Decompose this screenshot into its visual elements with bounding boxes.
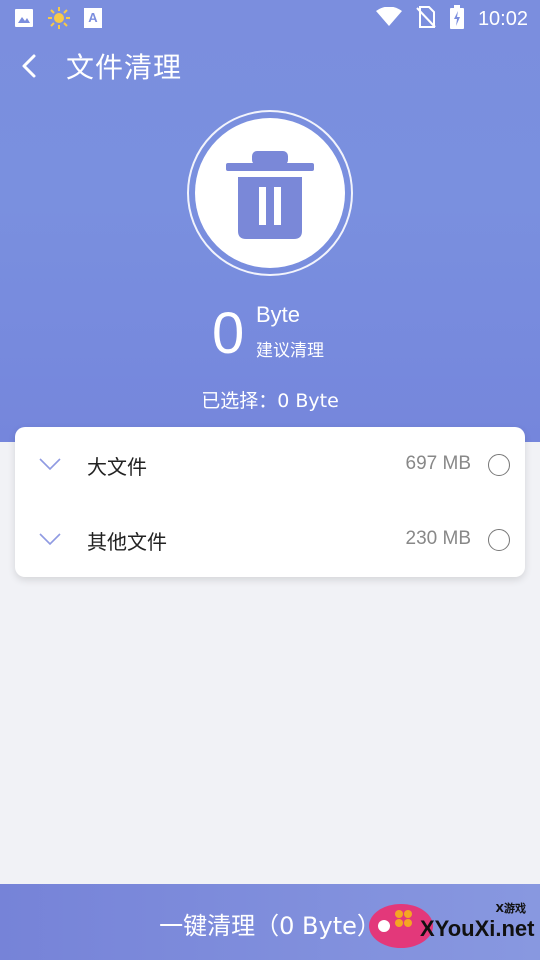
list-item-large-files[interactable]: 大文件 697 MB: [15, 427, 525, 502]
clean-suggestion: 建议清理: [256, 341, 324, 361]
page-title: 文件清理: [66, 51, 183, 84]
no-sim-icon: [416, 6, 436, 32]
chevron-down-icon[interactable]: [39, 457, 61, 471]
category-select-radio[interactable]: [488, 529, 510, 551]
watermark-text: XYouXi.net: [420, 916, 535, 941]
font-icon: A: [84, 8, 102, 32]
chevron-down-icon[interactable]: [39, 532, 61, 546]
clean-size-unit: Byte: [256, 302, 301, 327]
status-right-icons: 10:02: [375, 5, 528, 33]
selected-size: 已选择：0 Byte: [201, 390, 339, 412]
clean-size-value: 0: [212, 301, 245, 366]
file-cleanup-screen: A 10:02 文件清理 0 Byte 建议清理 已选择：0 Byte 大文件 …: [0, 0, 540, 960]
status-left-icons: A: [14, 7, 102, 33]
battery-icon: [449, 5, 464, 33]
category-select-radio[interactable]: [488, 454, 510, 476]
svg-text:A: A: [88, 10, 98, 25]
back-button[interactable]: [12, 48, 48, 84]
category-size: 697 MB: [405, 453, 471, 474]
image-icon: [14, 8, 34, 32]
watermark-small-text: X游戏: [495, 902, 526, 915]
app-bar: 文件清理: [0, 40, 540, 92]
category-label: 大文件: [87, 455, 147, 479]
category-list: 大文件 697 MB 其他文件 230 MB: [15, 427, 525, 577]
category-label: 其他文件: [87, 530, 167, 554]
status-time: 10:02: [477, 7, 528, 30]
status-bar: A 10:02: [0, 0, 540, 36]
wifi-icon: [375, 6, 402, 31]
list-item-other-files[interactable]: 其他文件 230 MB: [15, 502, 525, 577]
trash-icon: [224, 147, 316, 241]
sun-icon: [48, 7, 70, 33]
chevron-left-icon: [22, 54, 36, 78]
category-size: 230 MB: [405, 528, 471, 549]
